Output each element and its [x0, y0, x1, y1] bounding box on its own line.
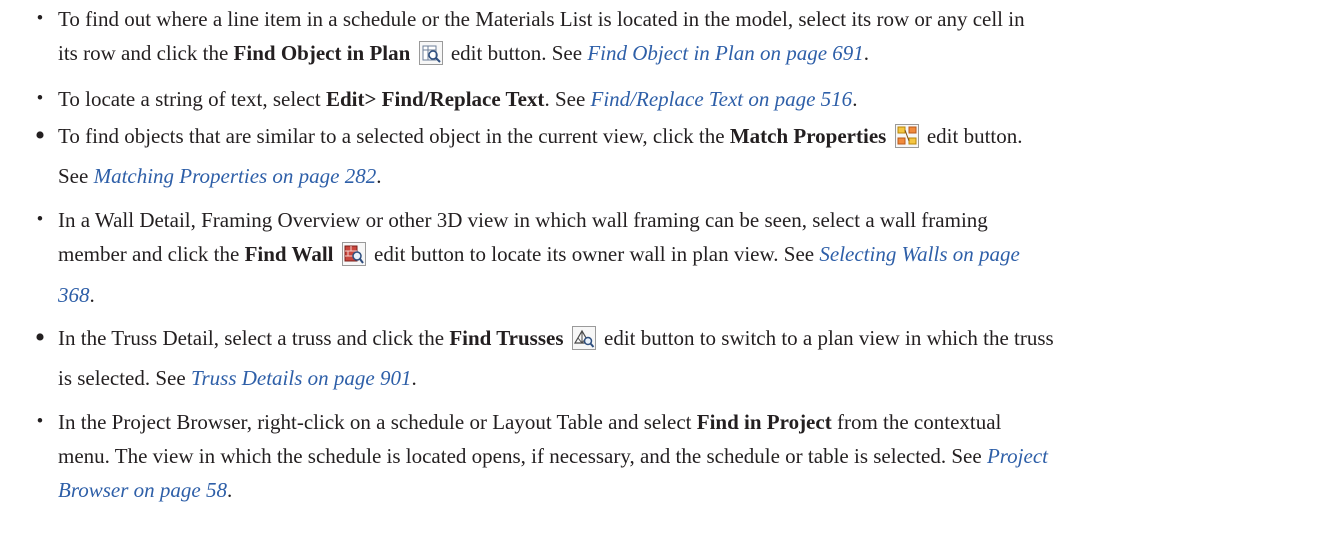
bullet: • [36, 411, 44, 432]
text-line: 368. [58, 283, 95, 307]
text-line: See Matching Properties on page 282. [58, 164, 382, 188]
match-properties-icon [894, 124, 919, 148]
command-name: Find Wall [244, 242, 334, 266]
page-reference-link[interactable]: Selecting Walls on page [819, 242, 1019, 266]
menu-path: Edit> Find/Replace Text [325, 87, 545, 111]
text-line: In a Wall Detail, Framing Overview or ot… [58, 208, 988, 232]
text-line: menu. The view in which the schedule is … [58, 444, 1048, 468]
text-line: In the Project Browser, right-click on a… [58, 410, 1002, 434]
find-trusses-icon [571, 326, 596, 350]
command-name: Find Trusses [449, 326, 564, 350]
find-wall-icon [341, 242, 366, 266]
bullet: • [36, 209, 44, 230]
command-name: Find in Project [696, 410, 832, 434]
text-line: To find out where a line item in a sched… [58, 7, 1025, 31]
bullet: • [36, 88, 44, 109]
bullet: • [36, 8, 44, 29]
command-name: Find Object in Plan [233, 41, 411, 65]
page-reference-link[interactable]: Project [987, 444, 1048, 468]
text-line: Browser on page 58. [58, 478, 233, 502]
text-line: To locate a string of text, select Edit>… [58, 87, 858, 111]
page-reference-link[interactable]: Find/Replace Text on page 516 [591, 87, 853, 111]
bullet: • [34, 119, 46, 152]
page-reference-link[interactable]: 368 [58, 283, 90, 307]
page-reference-link[interactable]: Find Object in Plan on page 691 [587, 41, 863, 65]
page-reference-link[interactable]: Truss Details on page 901 [191, 366, 412, 390]
find-object-in-plan-icon [418, 41, 443, 65]
page-reference-link[interactable]: Browser on page 58 [58, 478, 227, 502]
text-line: member and click the Find Wall edit butt… [58, 242, 1020, 266]
bullet: • [34, 321, 46, 354]
command-name: Match Properties [729, 124, 887, 148]
text-line: its row and click the Find Object in Pla… [58, 41, 870, 65]
page-reference-link[interactable]: Matching Properties on page 282 [94, 164, 377, 188]
text-line: is selected. See Truss Details on page 9… [58, 366, 417, 390]
text-line: In the Truss Detail, select a truss and … [58, 326, 1054, 350]
text-line: To find objects that are similar to a se… [58, 124, 1023, 148]
